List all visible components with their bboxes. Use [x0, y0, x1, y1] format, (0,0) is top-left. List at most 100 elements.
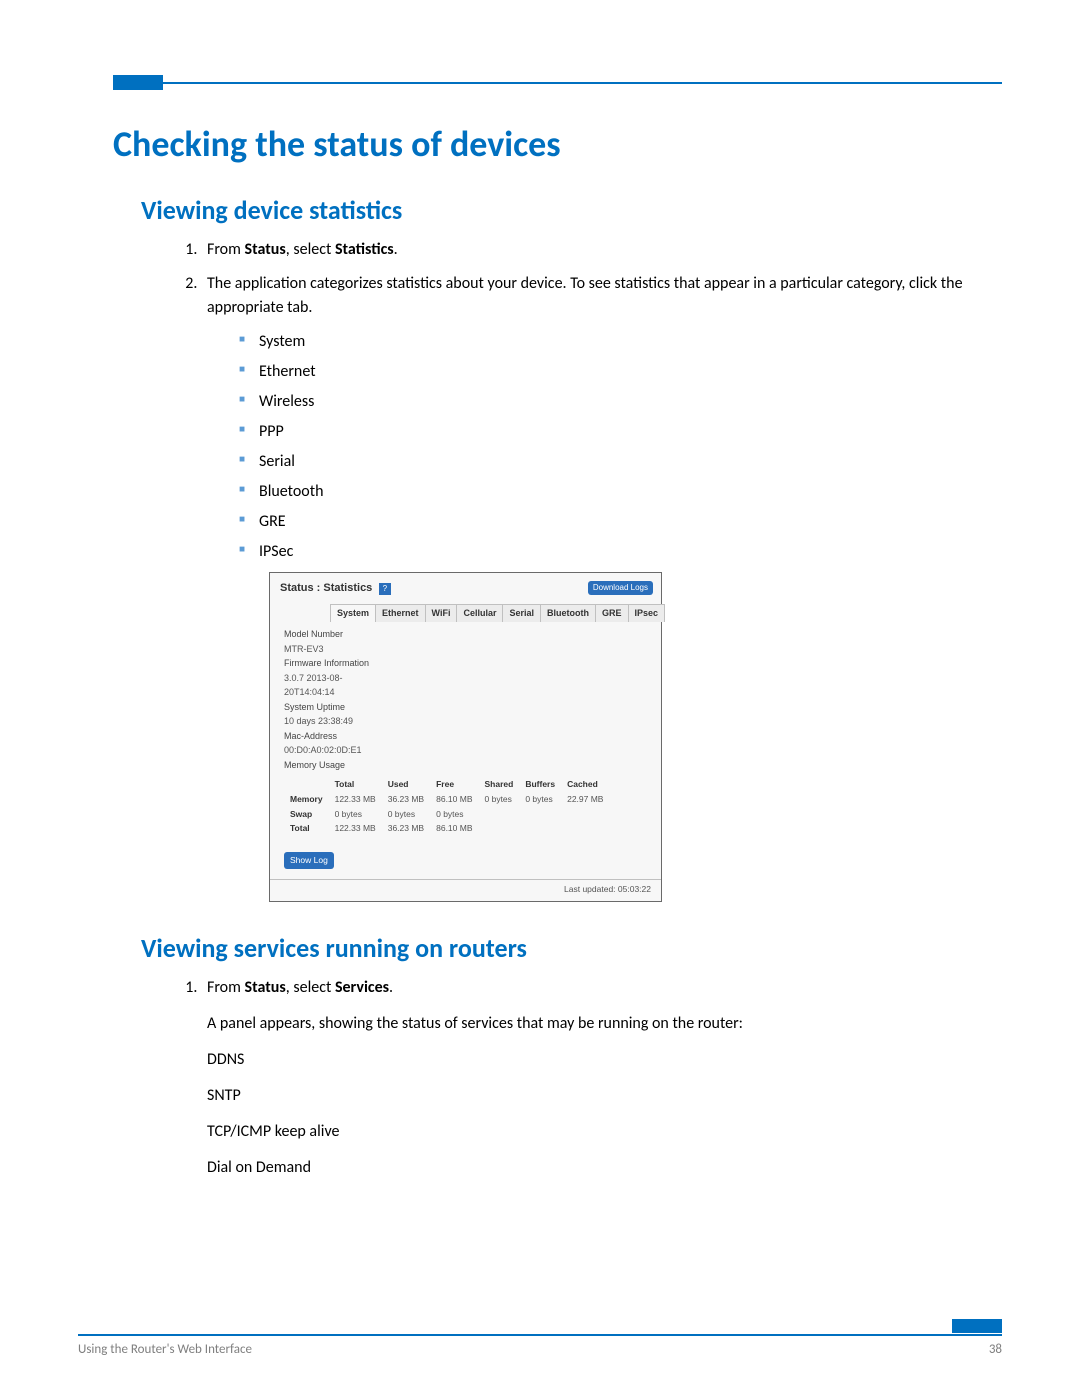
list-item: Ethernet [239, 360, 1002, 384]
cell: 0 bytes [430, 807, 478, 822]
cell [479, 807, 520, 822]
list-item: PPP [239, 420, 1002, 444]
cell: 0 bytes [382, 807, 430, 822]
show-log-button[interactable]: Show Log [284, 852, 334, 869]
row-label: Total [284, 821, 329, 836]
step-2: The application categorizes statistics a… [201, 272, 1002, 902]
bold: Status [245, 240, 286, 259]
cell: 122.33 MB [329, 821, 382, 836]
panel-title: Status : Statistics [280, 582, 372, 594]
mac-value: 00:D0:A0:02:0D:E1 [284, 744, 651, 758]
section-heading-statistics: Viewing device statistics [141, 194, 1002, 226]
uptime-value: 10 days 23:38:49 [284, 715, 651, 729]
steps-list-1: From Status, select Statistics. The appl… [173, 238, 1002, 902]
system-info-block: Model Number MTR-EV3 Firmware Informatio… [270, 622, 661, 775]
service-item: SNTP [207, 1084, 1002, 1108]
tab-system[interactable]: System [330, 604, 376, 623]
cell: 0 bytes [479, 792, 520, 807]
col-shared: Shared [479, 777, 520, 792]
mac-label: Mac-Address [284, 730, 651, 744]
text: . [389, 978, 393, 997]
list-item: Wireless [239, 390, 1002, 414]
table-row: Total 122.33 MB 36.23 MB 86.10 MB [284, 821, 609, 836]
panel-title-wrap: Status : Statistics ? [280, 580, 391, 597]
cell [519, 807, 561, 822]
col-used: Used [382, 777, 430, 792]
col-cached: Cached [561, 777, 609, 792]
list-item: IPSec [239, 540, 1002, 564]
model-number-value: MTR-EV3 [284, 643, 651, 657]
cell: 36.23 MB [382, 792, 430, 807]
tab-ipsec[interactable]: IPsec [628, 604, 666, 623]
tabs-row: System Ethernet WiFi Cellular Serial Blu… [330, 603, 653, 623]
tab-cellular[interactable]: Cellular [456, 604, 503, 623]
page-footer: Using the Router's Web Interface 38 [78, 1334, 1002, 1357]
cell: 36.23 MB [382, 821, 430, 836]
cell [561, 807, 609, 822]
header-rule [113, 82, 1002, 84]
step-1: From Status, select Statistics. [201, 238, 1002, 262]
table-header-row: Total Used Free Shared Buffers Cached [284, 777, 609, 792]
row-label: Swap [284, 807, 329, 822]
cell: 122.33 MB [329, 792, 382, 807]
last-updated: Last updated: 05:03:22 [270, 879, 661, 901]
cell: 0 bytes [329, 807, 382, 822]
memory-usage-label: Memory Usage [284, 759, 651, 773]
cell: 86.10 MB [430, 792, 478, 807]
download-logs-button[interactable]: Download Logs [588, 581, 653, 595]
tab-serial[interactable]: Serial [502, 604, 541, 623]
bold: Statistics [335, 240, 394, 259]
cell [561, 821, 609, 836]
model-number-label: Model Number [284, 628, 651, 642]
table-row: Swap 0 bytes 0 bytes 0 bytes [284, 807, 609, 822]
firmware-label: Firmware Information [284, 657, 651, 671]
footer-rule-thick [952, 1319, 1002, 1333]
steps-list-2: From Status, select Services. A panel ap… [173, 976, 1002, 1180]
memory-usage-table: Total Used Free Shared Buffers Cached Me… [284, 777, 609, 836]
tab-bluetooth[interactable]: Bluetooth [540, 604, 596, 623]
col-total: Total [329, 777, 382, 792]
service-item: TCP/ICMP keep alive [207, 1120, 1002, 1144]
row-label: Memory [284, 792, 329, 807]
footer-title: Using the Router's Web Interface [78, 1342, 252, 1357]
tab-ethernet[interactable]: Ethernet [375, 604, 426, 623]
step-1: From Status, select Services. A panel ap… [201, 976, 1002, 1180]
tab-gre[interactable]: GRE [595, 604, 629, 623]
firmware-value-1: 3.0.7 2013-08- [284, 672, 651, 686]
text: , select [286, 240, 335, 259]
text: From [207, 240, 245, 259]
page-number: 38 [989, 1342, 1002, 1357]
section-heading-services: Viewing services running on routers [141, 932, 1002, 964]
service-item: Dial on Demand [207, 1156, 1002, 1180]
list-item: System [239, 330, 1002, 354]
firmware-value-2: 20T14:04:14 [284, 686, 651, 700]
services-description-block: A panel appears, showing the status of s… [207, 1012, 1002, 1180]
cell: 86.10 MB [430, 821, 478, 836]
text: . [394, 240, 398, 259]
text: The application categorizes statistics a… [207, 274, 963, 317]
panel-header: Status : Statistics ? Download Logs [270, 573, 661, 601]
page-title: Checking the status of devices [113, 122, 1002, 166]
col-buffers: Buffers [519, 777, 561, 792]
cell: 0 bytes [519, 792, 561, 807]
list-item: Serial [239, 450, 1002, 474]
cell [479, 821, 520, 836]
list-item: GRE [239, 510, 1002, 534]
page-body: Checking the status of devices Viewing d… [0, 0, 1080, 1180]
col-blank [284, 777, 329, 792]
services-desc: A panel appears, showing the status of s… [207, 1012, 1002, 1036]
bold: Services [335, 978, 389, 997]
cell [519, 821, 561, 836]
list-item: Bluetooth [239, 480, 1002, 504]
help-icon[interactable]: ? [379, 583, 391, 595]
text: , select [286, 978, 335, 997]
tab-wifi[interactable]: WiFi [425, 604, 458, 623]
statistics-panel: Status : Statistics ? Download Logs Syst… [269, 572, 662, 902]
service-item: DDNS [207, 1048, 1002, 1072]
table-row: Memory 122.33 MB 36.23 MB 86.10 MB 0 byt… [284, 792, 609, 807]
bold: Status [245, 978, 286, 997]
category-list: System Ethernet Wireless PPP Serial Blue… [239, 330, 1002, 564]
cell: 22.97 MB [561, 792, 609, 807]
col-free: Free [430, 777, 478, 792]
uptime-label: System Uptime [284, 701, 651, 715]
